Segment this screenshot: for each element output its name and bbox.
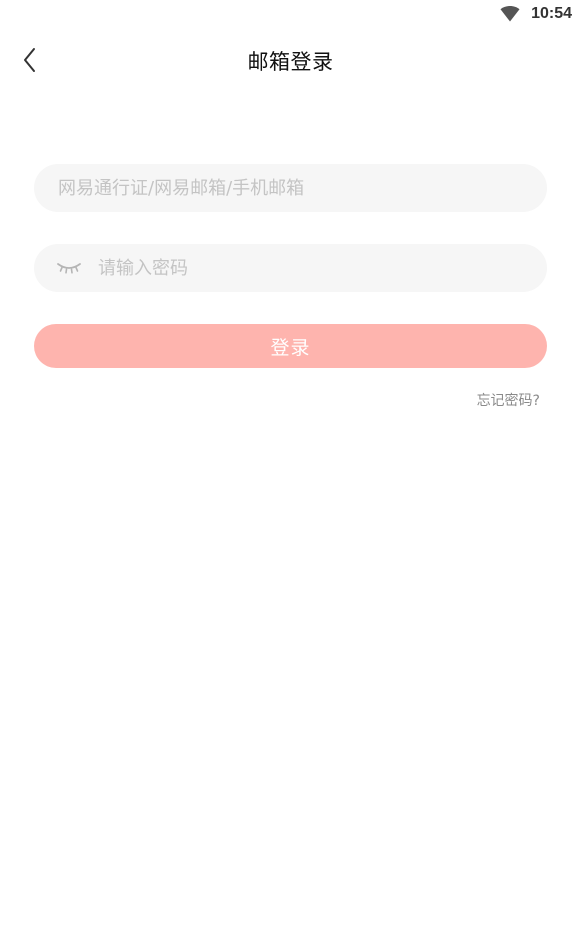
page-title: 邮箱登录: [247, 50, 334, 74]
password-visibility-toggle[interactable]: [54, 258, 84, 278]
login-screen: 10:54 邮箱登录 登录 忘记密码?: [0, 0, 581, 930]
status-bar: 10:54: [0, 0, 581, 30]
eye-closed-icon: [57, 263, 81, 274]
login-button[interactable]: 登录: [34, 324, 547, 368]
forgot-password-link[interactable]: 忘记密码?: [477, 390, 540, 410]
wifi-icon: [500, 6, 520, 22]
account-input[interactable]: [34, 164, 547, 212]
account-field[interactable]: [34, 164, 547, 212]
password-field[interactable]: [34, 244, 547, 292]
header: 邮箱登录: [0, 36, 581, 84]
password-input[interactable]: [98, 244, 547, 292]
status-time: 10:54: [531, 5, 572, 22]
